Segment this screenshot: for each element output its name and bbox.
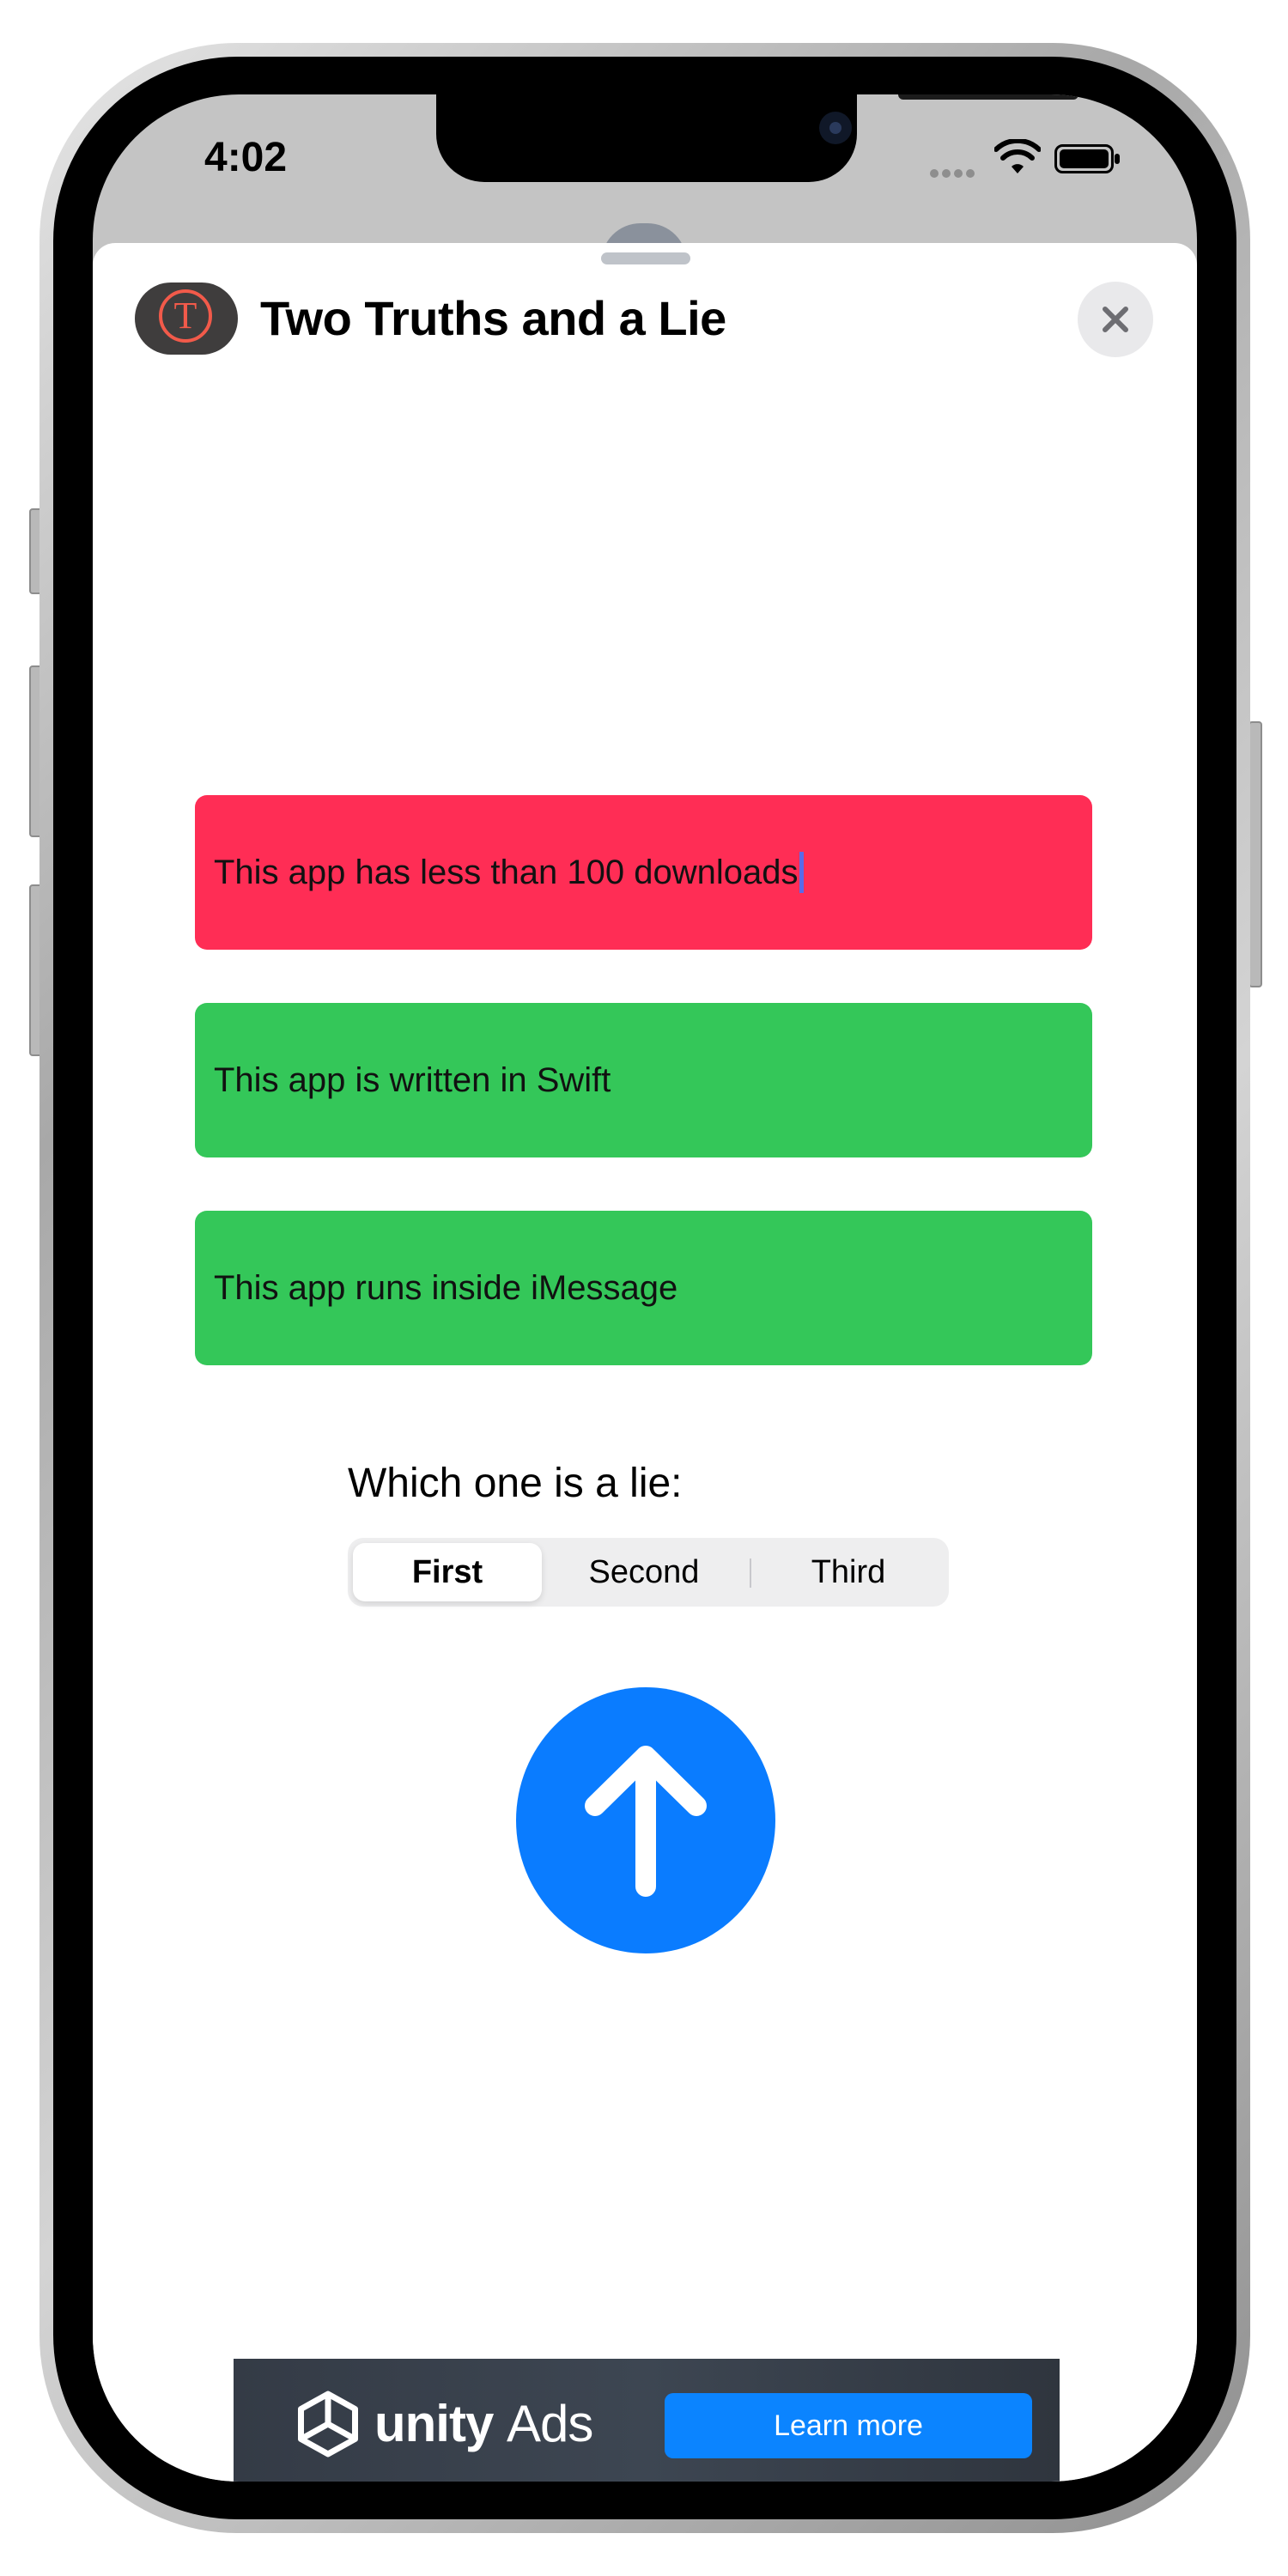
status-time: 4:02 [204,135,288,180]
side-button-power [1249,721,1262,987]
notch [436,94,1078,182]
ad-brand-text: unity Ads [374,2393,593,2455]
submit-button[interactable] [516,1687,775,1953]
close-icon [1103,307,1128,332]
statement-1-text: This app has less than 100 downloads [214,853,799,891]
app-logo-t-icon: T [135,283,238,355]
ad-banner[interactable]: unity Ads Learn more [234,2359,1060,2482]
speaker-grille [898,94,1078,100]
segment-first[interactable]: First [353,1543,542,1601]
imessage-app-sheet: T Two Truths and a Lie This app has less… [93,243,1197,2482]
statement-3-text: This app runs inside iMessage [214,1268,678,1307]
text-cursor [799,852,805,893]
ad-learn-more-button[interactable]: Learn more [665,2393,1032,2458]
ad-brand-name: unity [374,2395,494,2452]
statement-2-field[interactable]: This app is written in Swift [195,1003,1092,1157]
close-button[interactable] [1078,282,1153,357]
segment-third[interactable]: Third [753,1543,944,1601]
app-title: Two Truths and a Lie [260,291,726,345]
segment-second[interactable]: Second [545,1543,743,1601]
front-camera-icon [819,112,852,144]
statement-3-field[interactable]: This app runs inside iMessage [195,1211,1092,1365]
cellular-dots-icon [930,167,983,178]
lie-choice-segmented-control: First Second Third [348,1538,949,1607]
device-stage: 4:02 T Two Truths and a Lie This app has… [0,0,1288,2576]
phone-screen: 4:02 T Two Truths and a Lie This app has… [93,94,1197,2482]
segment-divider [750,1558,751,1588]
statement-2-text: This app is written in Swift [214,1060,611,1099]
ad-brand-suffix: Ads [507,2395,593,2452]
wifi-icon [994,139,1041,173]
statement-1-field[interactable]: This app has less than 100 downloads [195,795,1092,950]
unity-logo-icon [298,2391,358,2458]
arrow-up-icon [585,1746,707,1897]
battery-icon [1054,144,1120,173]
lie-question-label: Which one is a lie: [348,1461,683,1506]
sheet-grabber[interactable] [601,252,690,264]
app-icon-letter: T [159,289,212,343]
